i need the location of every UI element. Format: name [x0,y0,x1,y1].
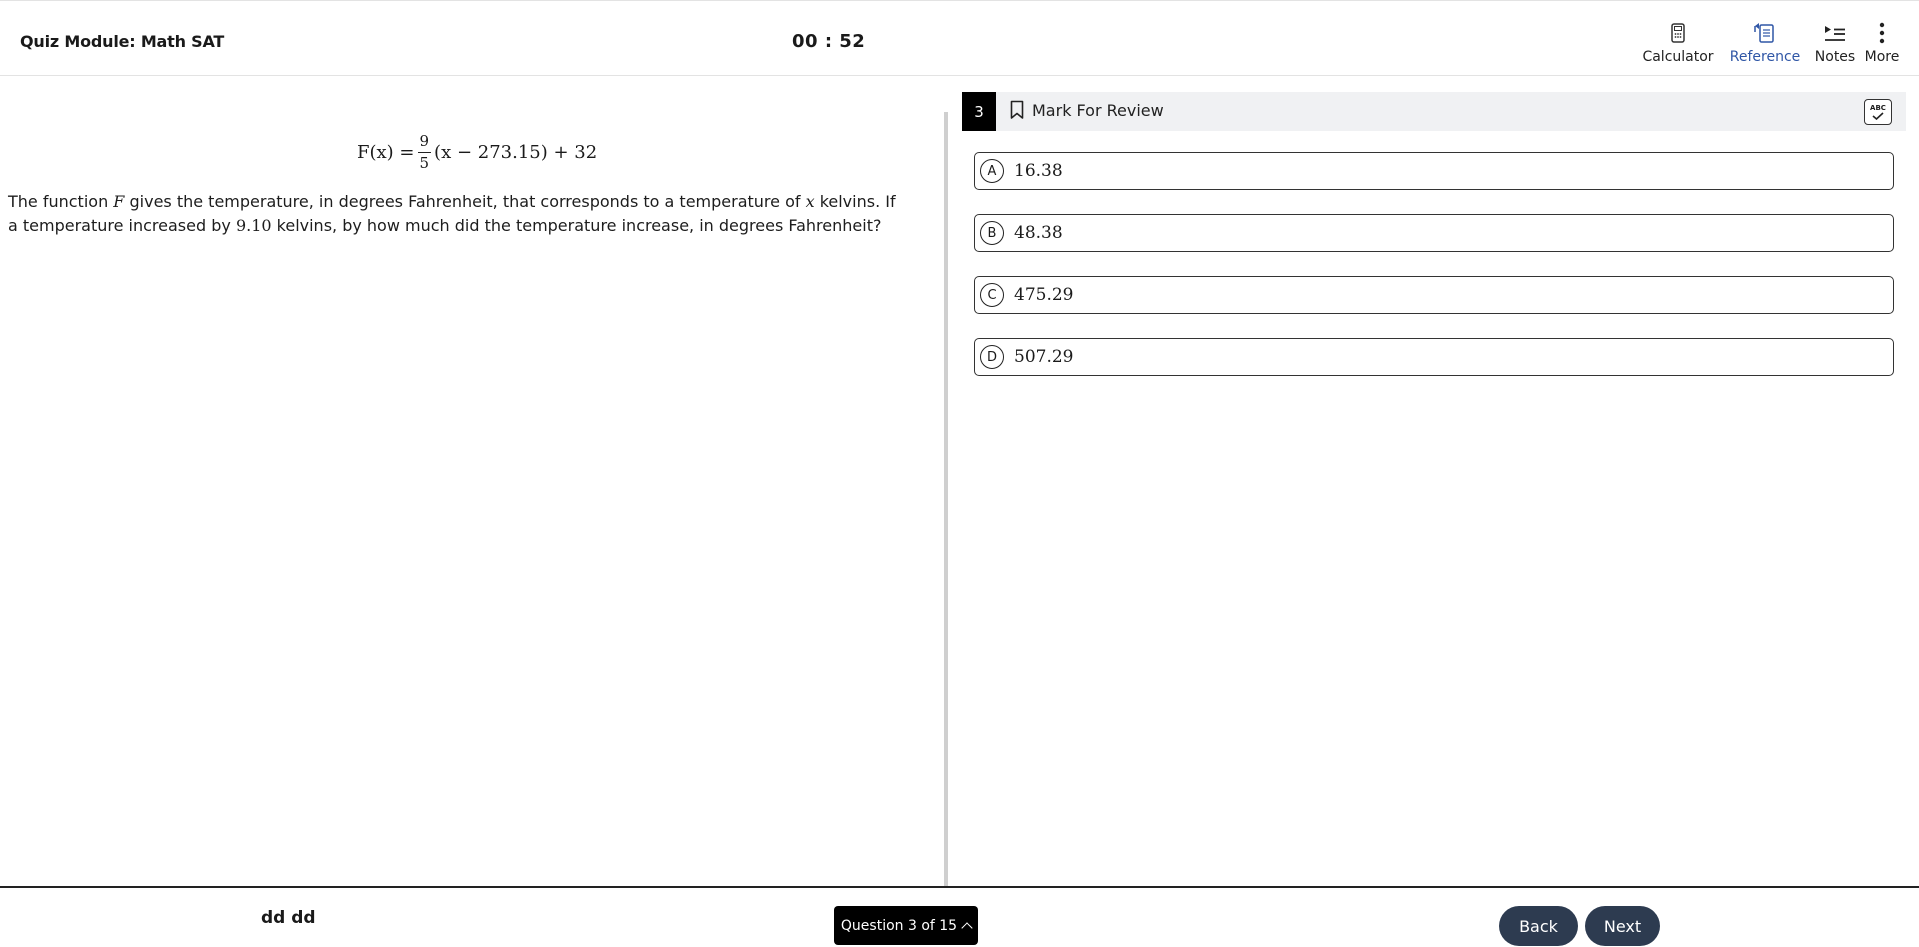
mark-for-review-label: Mark For Review [1032,100,1164,120]
quiz-title: Quiz Module: Math SAT [20,32,225,51]
formula-lhs: F(x) = [357,142,415,163]
choice-letter: C [980,283,1004,307]
reference-button[interactable]: Reference [1729,21,1801,65]
notes-label: Notes [1814,49,1856,65]
question-text: The function F gives the temperature, in… [8,190,908,238]
choice-value: 48.38 [1014,223,1063,243]
choice-letter: D [980,345,1004,369]
mark-for-review-button[interactable]: Mark For Review [1010,100,1164,120]
bottom-bar: dd dd Question 3 of 15 Back Next [0,886,1919,947]
choice-value: 507.29 [1014,347,1074,367]
calculator-icon [1671,21,1685,45]
student-name: dd dd [261,908,316,928]
formula: F(x) = 9 5 (x − 273.15) + 32 [357,134,597,171]
choice-value: 16.38 [1014,161,1063,181]
back-button[interactable]: Back [1499,906,1578,946]
pane-divider[interactable] [944,112,948,886]
fraction-numerator: 9 [417,134,432,153]
formula-rhs: (x − 273.15) + 32 [434,142,598,163]
math-number: 9.10 [235,216,272,235]
question-navigator-label: Question 3 of 15 [840,917,958,934]
answer-choice-b[interactable]: B 48.38 [974,214,1894,252]
answer-choice-a[interactable]: A 16.38 [974,152,1894,190]
bookmark-icon [1010,100,1024,119]
notes-button[interactable]: Notes [1812,21,1858,65]
question-header-bar: 3 Mark For Review ABC [962,92,1906,131]
fraction: 9 5 [417,134,432,172]
notes-icon [1824,21,1846,45]
question-text-part: The function [8,192,114,211]
chevron-up-icon [961,922,973,934]
top-bar: Quiz Module: Math SAT 00 : 52 Calculator… [0,0,1919,76]
answer-eliminator-button[interactable]: ABC [1864,99,1892,125]
calculator-label: Calculator [1642,49,1714,65]
question-text-part: kelvins, by how much did the temperature… [271,216,882,235]
question-number: 3 [962,92,996,131]
math-variable-f: F [113,192,125,211]
choice-letter: A [980,159,1004,183]
timer: 00 : 52 [792,31,866,52]
checkmark-icon [1872,111,1884,120]
calculator-button[interactable]: Calculator [1641,21,1715,65]
more-button[interactable]: More [1862,21,1902,65]
answer-choice-c[interactable]: C 475.29 [974,276,1894,314]
question-text-part: gives the temperature, in degrees Fahren… [124,192,806,211]
fraction-denominator: 5 [419,154,430,172]
question-navigator-button[interactable]: Question 3 of 15 [834,906,978,945]
abc-label: ABC [1870,103,1886,112]
next-button[interactable]: Next [1585,906,1660,946]
choice-value: 475.29 [1014,285,1074,305]
more-label: More [1864,49,1900,65]
math-variable-x: x [805,192,815,211]
reference-label: Reference [1729,49,1801,65]
choice-letter: B [980,221,1004,245]
reference-icon [1753,21,1777,45]
more-vertical-icon [1879,21,1885,45]
answer-choice-d[interactable]: D 507.29 [974,338,1894,376]
